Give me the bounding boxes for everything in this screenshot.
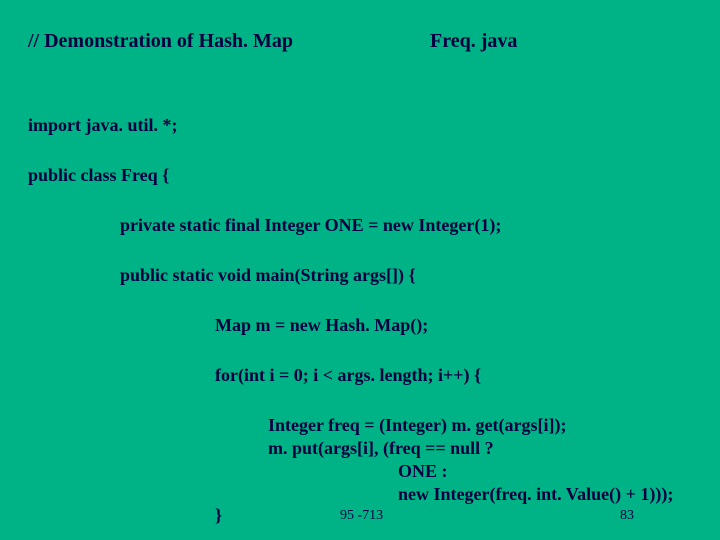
title-filename: Freq. java: [430, 30, 517, 53]
code-map-decl: Map m = new Hash. Map();: [215, 315, 428, 336]
code-one-branch: ONE :: [398, 461, 448, 482]
code-freq-get: Integer freq = (Integer) m. get(args[i])…: [268, 415, 566, 436]
footer-page-number: 83: [620, 508, 634, 524]
code-new-int: new Integer(freq. int. Value() + 1)));: [398, 484, 673, 505]
code-for-decl: for(int i = 0; i < args. length; i++) {: [215, 365, 481, 386]
slide: // Demonstration of Hash. Map Freq. java…: [0, 0, 720, 540]
footer-left: 95 -713: [340, 508, 383, 524]
code-put-call: m. put(args[i], (freq == null ?: [268, 438, 494, 459]
code-close-brace: }: [215, 505, 222, 526]
code-class-decl: public class Freq {: [28, 165, 169, 186]
code-import: import java. util. *;: [28, 115, 177, 136]
title-comment: // Demonstration of Hash. Map: [28, 30, 293, 53]
code-main-decl: public static void main(String args[]) {: [120, 265, 416, 286]
code-one-decl: private static final Integer ONE = new I…: [120, 215, 501, 236]
